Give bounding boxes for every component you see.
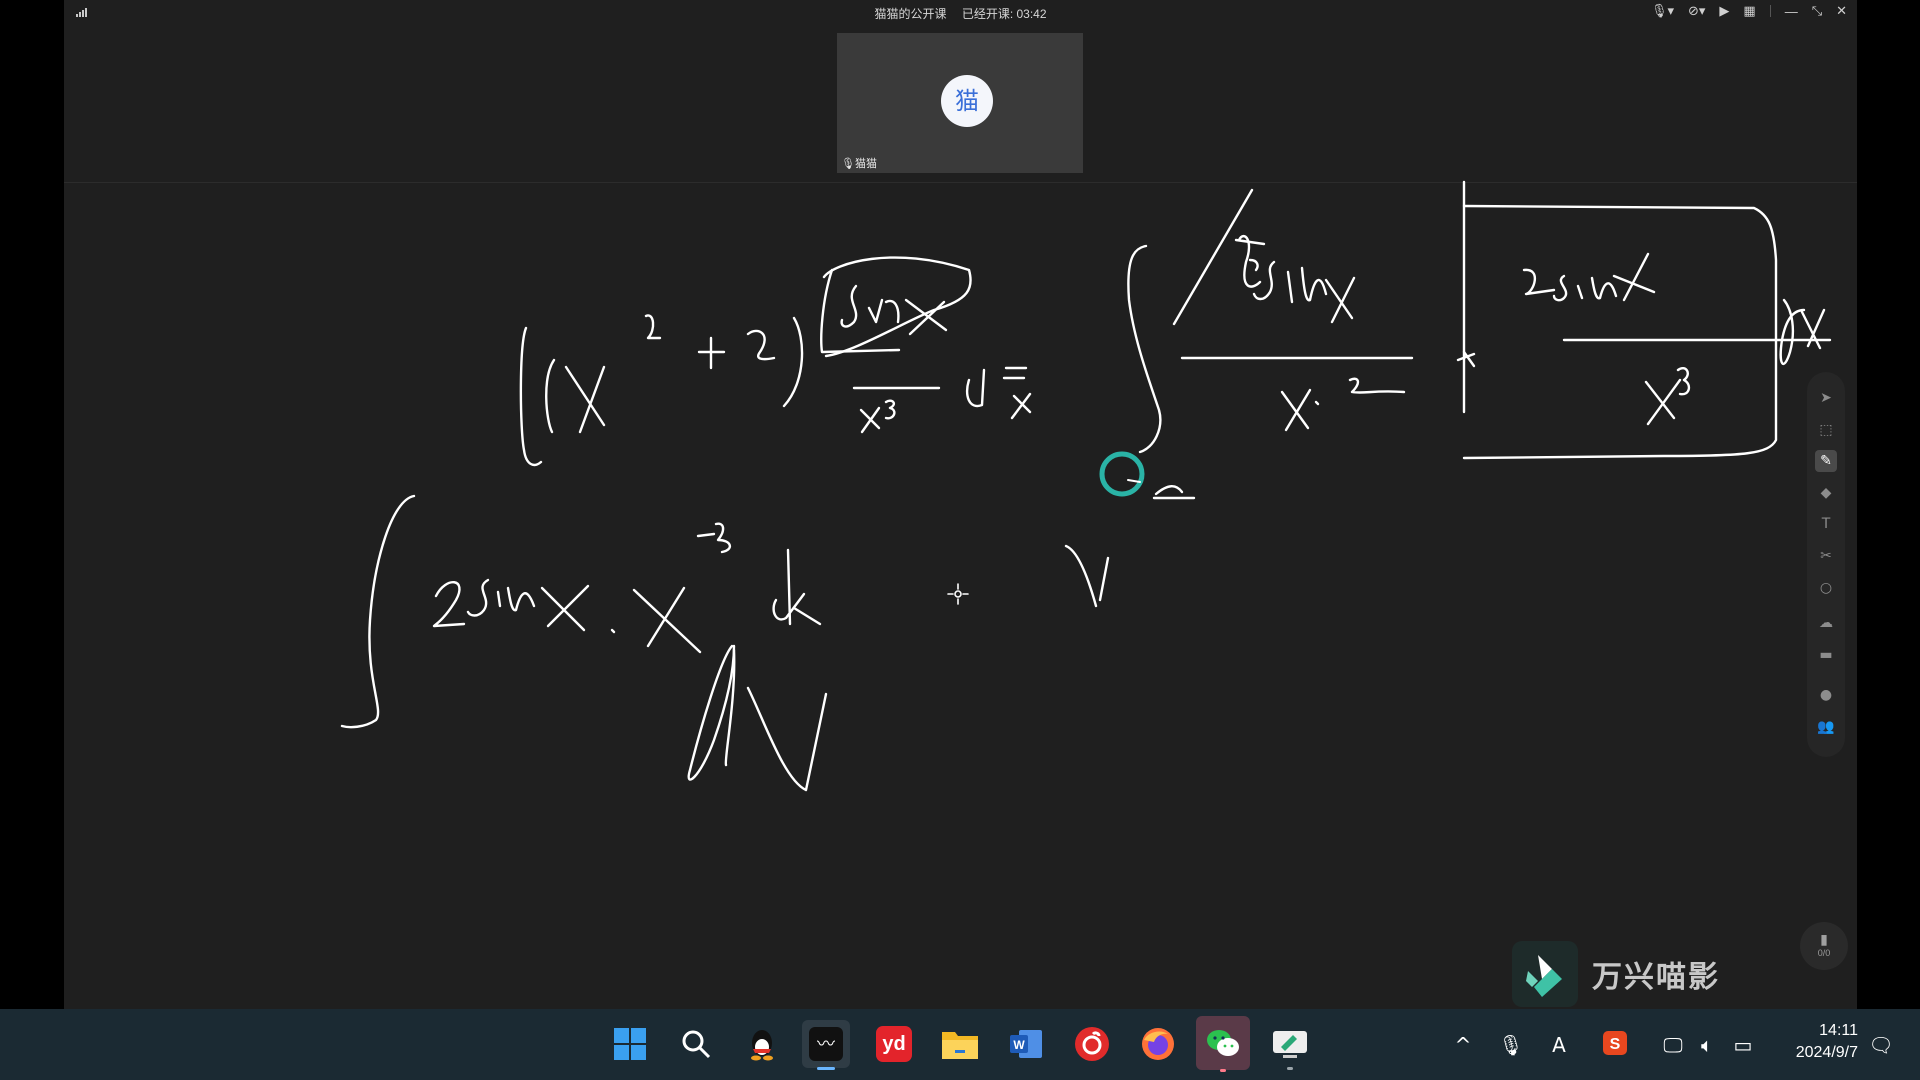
notification-center-icon[interactable]: 🗨︎ xyxy=(1866,1030,1896,1060)
watermark-text: 万兴喵影 xyxy=(1592,960,1720,995)
handwriting-boxed-right xyxy=(1456,180,1832,460)
select-icon[interactable]: ⬚ xyxy=(1815,419,1837,441)
handwriting-fraction-middle xyxy=(1127,188,1414,500)
whiteboard-canvas[interactable] xyxy=(64,0,1857,1009)
microphone-icon[interactable]: 🎙︎ xyxy=(1496,1030,1526,1060)
left-black-border xyxy=(0,0,64,1009)
crosshair-cursor-icon xyxy=(947,583,969,605)
page-counter[interactable]: ▮ 0/0 xyxy=(1800,922,1848,970)
page-icon: ▮ xyxy=(1820,931,1828,947)
classroom-window: 猫猫的公开课 已经开课: 03:42 🎙︎▾ ⊘▾ ▶ ▦ — ⤡ ✕ 猫 🎙︎… xyxy=(64,0,1857,1009)
qq-icon[interactable] xyxy=(738,1020,786,1068)
clock-date: 2024/9/7 xyxy=(1795,1044,1858,1061)
filmora-logo-icon xyxy=(1512,941,1578,1007)
battery-icon[interactable]: ▭ xyxy=(1728,1030,1758,1060)
firefox-icon[interactable] xyxy=(1134,1020,1182,1068)
board-app-icon[interactable]: 〰 xyxy=(802,1020,850,1070)
handwriting-bottom-left xyxy=(340,494,1110,792)
show-hidden-icons-chevron-icon[interactable]: ^ xyxy=(1448,1030,1478,1060)
pointer-icon[interactable]: ➤ xyxy=(1815,387,1837,409)
cloud-icon[interactable]: ☁ xyxy=(1815,612,1837,634)
network-icon[interactable]: 🖵 xyxy=(1658,1030,1688,1060)
taskbar-clock[interactable]: 14:11 2024/9/7 xyxy=(1796,1020,1858,1064)
file-explorer-icon[interactable] xyxy=(936,1020,984,1068)
youdao-icon[interactable]: yd xyxy=(870,1020,918,1068)
annotation-toolbar: ➤ ⬚ ✎ ◆ T ✂ ○ ☁ ▬ ● 👥 xyxy=(1807,372,1845,757)
word-icon[interactable]: W xyxy=(1002,1020,1050,1068)
svg-text:S: S xyxy=(1610,1036,1621,1053)
svg-text:W: W xyxy=(1013,1038,1025,1052)
volume-icon[interactable]: 🔈︎ xyxy=(1692,1030,1722,1060)
filmora-watermark: 万兴喵影 xyxy=(1512,941,1720,1007)
pen-icon[interactable]: ✎ xyxy=(1815,450,1837,472)
chat-icon[interactable]: ● xyxy=(1815,684,1837,706)
toolbox-icon[interactable]: ▬ xyxy=(1815,644,1837,666)
sogou-ime-icon[interactable]: S xyxy=(1600,1030,1630,1060)
handwriting-top-left xyxy=(519,256,1032,466)
search-icon[interactable] xyxy=(672,1020,720,1068)
scissors-icon[interactable]: ✂ xyxy=(1815,545,1837,567)
shape-icon[interactable]: ○ xyxy=(1815,577,1837,599)
page-counter-label: 0/0 xyxy=(1817,948,1831,958)
wechat-icon[interactable] xyxy=(1196,1016,1250,1072)
pen-cursor-ring-icon xyxy=(1099,451,1145,497)
eraser-icon[interactable]: ◆ xyxy=(1815,482,1837,504)
ime-indicator[interactable]: A xyxy=(1544,1030,1574,1060)
classroom-app-icon[interactable] xyxy=(1266,1020,1314,1070)
clock-time: 14:11 xyxy=(1819,1022,1858,1039)
windows-start-icon[interactable] xyxy=(606,1020,654,1068)
netease-music-icon[interactable] xyxy=(1068,1020,1116,1068)
members-icon[interactable]: 👥 xyxy=(1815,716,1837,738)
text-icon[interactable]: T xyxy=(1815,513,1837,535)
right-black-border xyxy=(1857,0,1920,1009)
